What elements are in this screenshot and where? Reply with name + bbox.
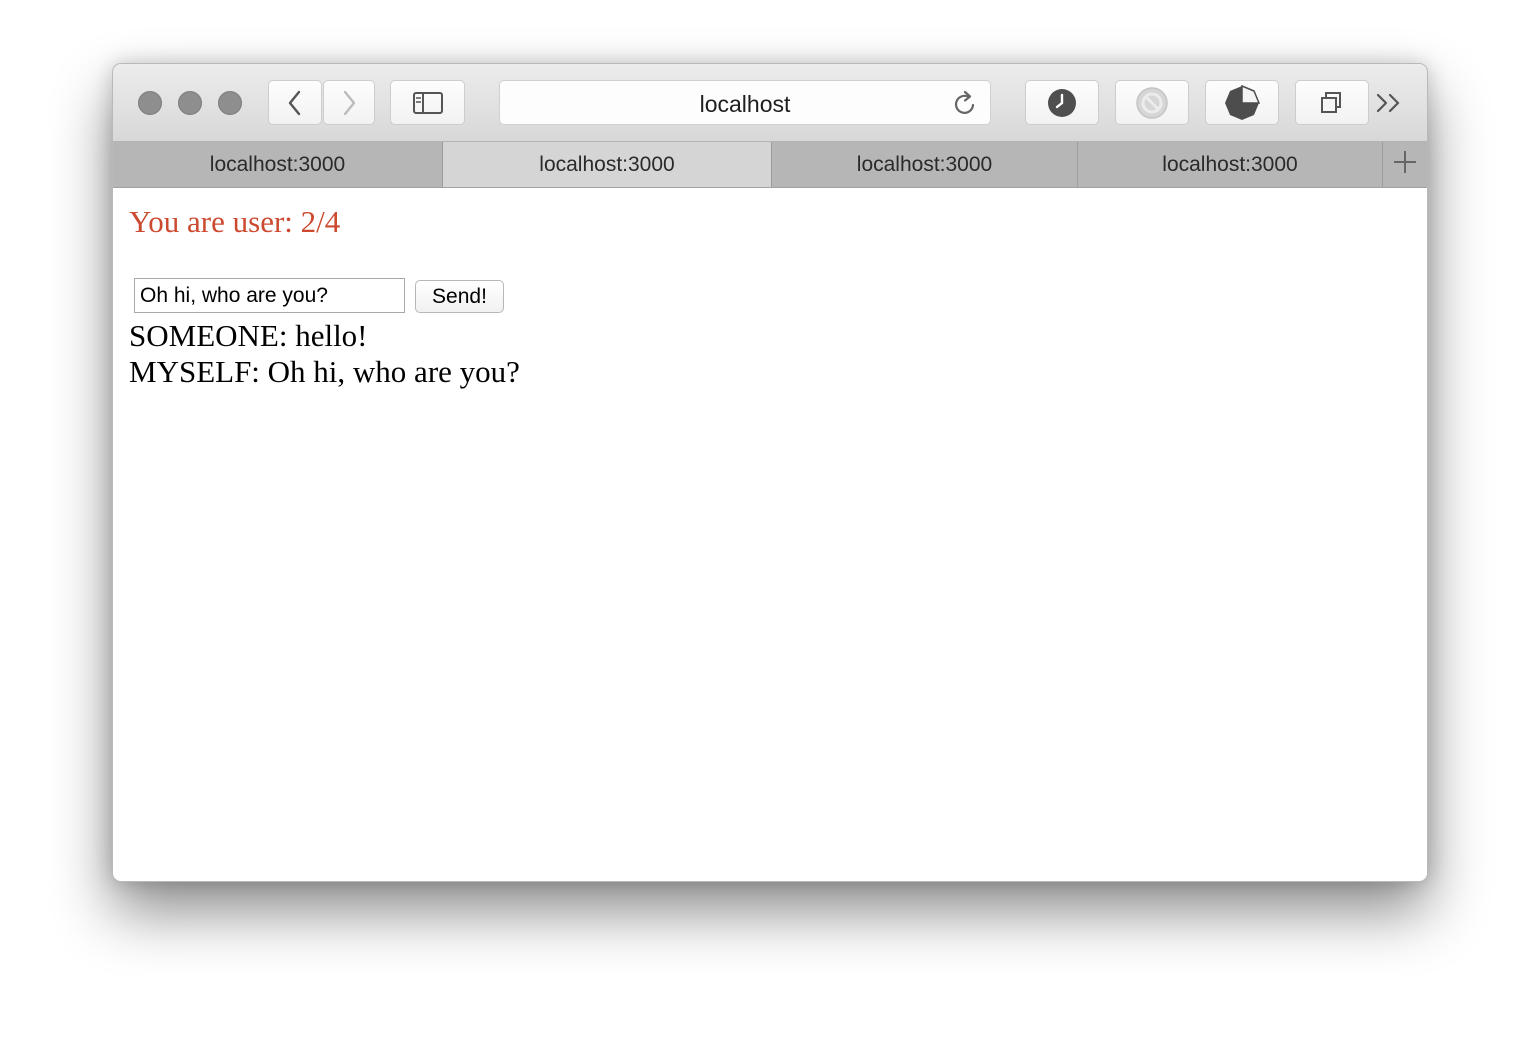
forward-button[interactable] [323,80,375,125]
clock-icon [1046,87,1078,119]
chevron-left-icon [285,89,305,117]
address-text: localhost [699,91,791,117]
back-button[interactable] [268,80,322,125]
minimize-window-button[interactable] [178,91,202,115]
message-input[interactable] [134,278,405,313]
message-item: SOMEONE: hello! [129,318,368,353]
new-tab-button[interactable] [1383,142,1427,187]
double-chevron-icon[interactable] [1375,91,1405,120]
extension-button[interactable] [1205,80,1279,125]
blocker-button[interactable] [1115,80,1189,125]
tab-overview-icon [1318,89,1346,117]
tab-2[interactable]: localhost:3000 [443,142,772,187]
zoom-window-button[interactable] [218,91,242,115]
blocked-icon [1135,86,1169,120]
page-content: You are user: 2/4 Send! SOMEONE: hello! … [113,188,1427,881]
tab-bar: localhost:3000 localhost:3000 localhost:… [113,142,1427,188]
close-window-button[interactable] [138,91,162,115]
message-item: MYSELF: Oh hi, who are you? [129,354,520,389]
browser-window: localhost localhost:3000 localhost:3000 … [112,63,1428,882]
history-button[interactable] [1025,80,1099,125]
address-bar[interactable]: localhost [499,80,991,125]
plus-icon [1392,149,1418,180]
browser-toolbar: localhost [113,64,1427,142]
sidebar-button[interactable] [390,80,465,125]
reload-icon[interactable] [952,90,978,123]
chevron-right-icon [339,89,359,117]
tab-4[interactable]: localhost:3000 [1078,142,1383,187]
pie-icon [1223,84,1261,122]
user-status: You are user: 2/4 [129,204,341,239]
tab-3[interactable]: localhost:3000 [772,142,1078,187]
send-button[interactable]: Send! [415,280,504,313]
sidebar-icon [412,91,444,115]
tab-1[interactable]: localhost:3000 [113,142,443,187]
tab-overview-button[interactable] [1295,80,1369,125]
message-list: SOMEONE: hello! MYSELF: Oh hi, who are y… [129,318,520,390]
